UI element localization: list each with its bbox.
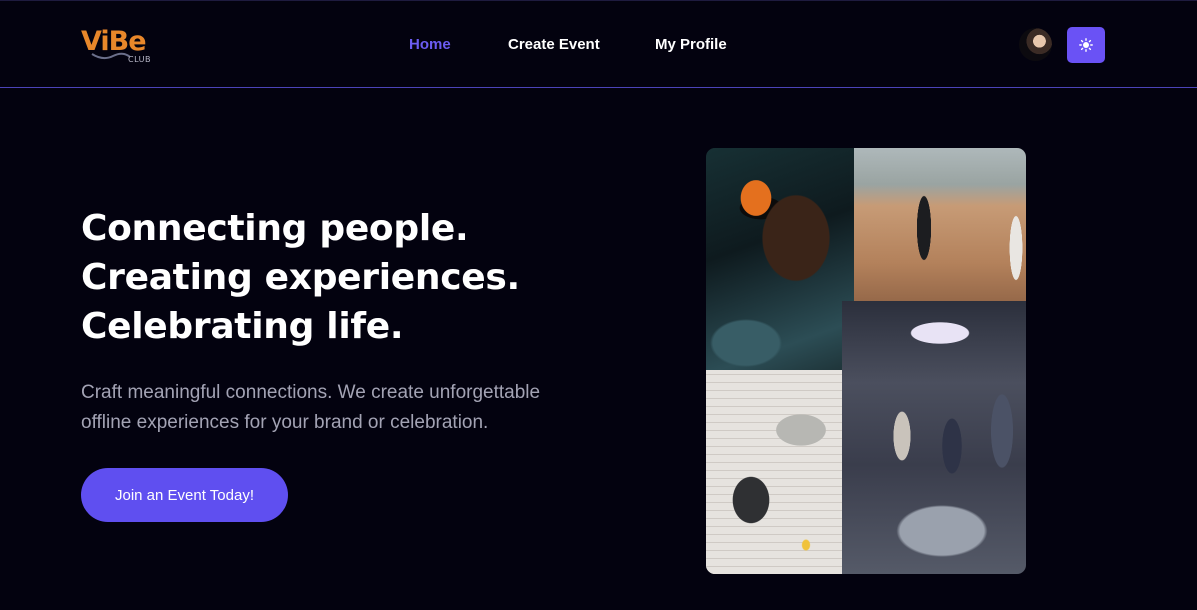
laptops-table-photo xyxy=(706,370,848,574)
join-event-button[interactable]: Join an Event Today! xyxy=(81,468,288,522)
hero-title: Connecting people. Creating experiences.… xyxy=(81,204,641,351)
hero-subtitle-line: Craft meaningful connections. We create … xyxy=(81,382,541,403)
sun-icon xyxy=(1079,38,1093,52)
beach-cricket-photo xyxy=(854,148,1026,313)
landing-page: ViBe CLUB Home Create Event My Profile C… xyxy=(0,0,1197,610)
hero-title-line: Creating experiences. xyxy=(81,257,520,298)
nav-create-event-link[interactable]: Create Event xyxy=(508,36,600,53)
event-photo-collage xyxy=(706,148,1026,574)
kitchen-gathering-photo xyxy=(842,301,1026,574)
hero-subtitle: Craft meaningful connections. We create … xyxy=(81,378,601,438)
theme-toggle-button[interactable] xyxy=(1067,27,1105,63)
navbar: ViBe CLUB Home Create Event My Profile xyxy=(0,0,1197,88)
nav-my-profile-link[interactable]: My Profile xyxy=(655,36,727,53)
nav-home-link[interactable]: Home xyxy=(409,36,451,53)
hero-title-line: Celebrating life. xyxy=(81,306,404,347)
party-photo xyxy=(706,148,854,378)
hero-title-line: Connecting people. xyxy=(81,208,469,249)
hero-subtitle-line: offline experiences for your brand or ce… xyxy=(81,412,489,433)
main-nav: Home Create Event My Profile xyxy=(0,36,1197,56)
logo-subtitle: CLUB xyxy=(128,55,151,64)
user-avatar[interactable] xyxy=(1019,28,1052,61)
